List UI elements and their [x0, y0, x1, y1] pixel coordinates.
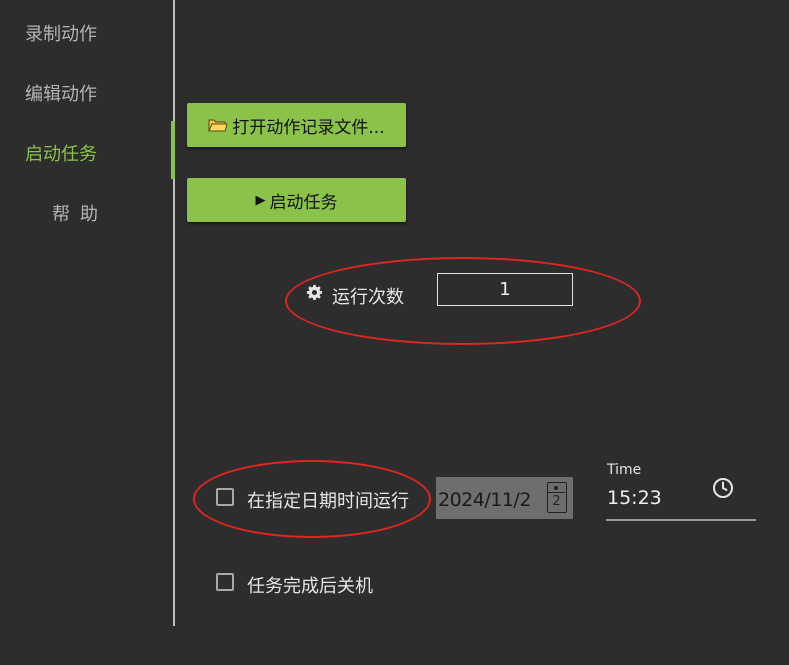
sidebar-divider — [173, 0, 175, 626]
active-nav-indicator — [171, 121, 175, 179]
calendar-day: 2 — [552, 494, 561, 509]
start-task-button[interactable]: ▶ 启动任务 — [187, 178, 406, 222]
sidebar-item-start-task[interactable]: 启动任务 — [25, 140, 97, 166]
sidebar: 录制动作 编辑动作 启动任务 帮助 — [0, 0, 174, 626]
time-input-underline — [606, 519, 756, 521]
sidebar-item-help[interactable]: 帮助 — [52, 200, 108, 226]
time-value[interactable]: 15:23 — [607, 487, 662, 509]
shutdown-checkbox-label[interactable]: 任务完成后关机 — [247, 572, 373, 598]
sidebar-item-record-actions[interactable]: 录制动作 — [25, 20, 97, 46]
sidebar-item-edit-actions[interactable]: 编辑动作 — [25, 80, 97, 106]
shutdown-checkbox[interactable] — [216, 573, 234, 591]
time-label: Time — [607, 462, 642, 478]
open-action-file-button[interactable]: 打开动作记录文件... — [187, 103, 406, 147]
start-task-label: 启动任务 — [269, 192, 338, 213]
open-action-file-label: 打开动作记录文件... — [232, 117, 385, 138]
annotation-ellipse-run-count — [285, 257, 641, 345]
play-icon: ▶ — [255, 192, 266, 208]
date-value: 2024/11/2 — [438, 489, 531, 511]
folder-icon — [208, 117, 229, 133]
clock-icon[interactable] — [712, 477, 734, 499]
annotation-ellipse-schedule — [193, 460, 431, 538]
date-picker[interactable]: 2024/11/2 2 — [436, 477, 573, 519]
calendar-icon[interactable]: 2 — [547, 482, 567, 513]
